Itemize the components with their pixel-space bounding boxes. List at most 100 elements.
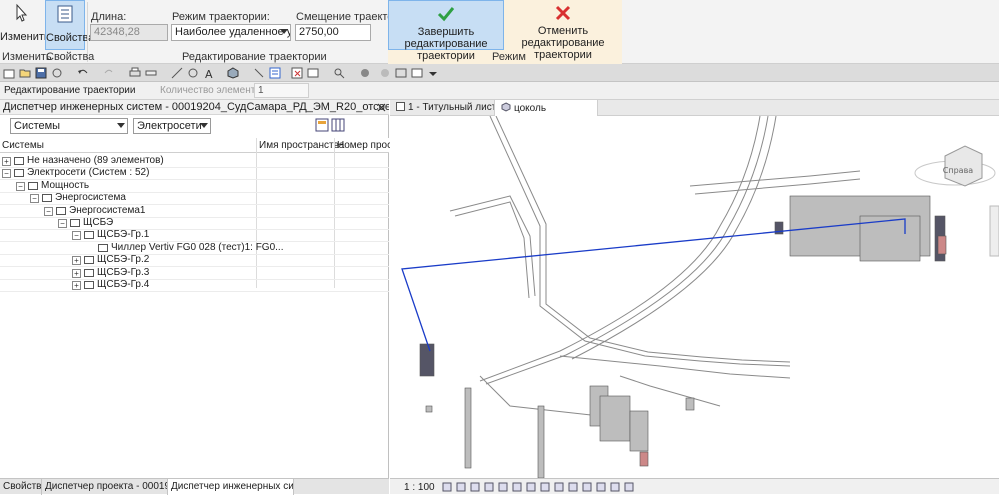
3d-view-icon — [501, 102, 511, 112]
unlock-3d-icon[interactable] — [540, 482, 550, 492]
view-cube-label: Справа — [943, 166, 974, 175]
sync-icon[interactable] — [51, 67, 63, 79]
highlight-icon[interactable] — [596, 482, 606, 492]
system-icon — [84, 268, 94, 277]
3d-view-canvas[interactable]: Справа — [390, 115, 999, 479]
open-folder-icon[interactable] — [19, 67, 31, 79]
view-cube[interactable]: Справа — [914, 145, 996, 187]
thin-lines-icon[interactable] — [269, 67, 281, 79]
tree-row[interactable]: − ЩСБЭ — [0, 217, 389, 229]
navigation-bar[interactable] — [989, 205, 999, 257]
tree-row[interactable]: − Электросети (Систем : 52) — [0, 167, 389, 179]
worksharing-icon[interactable] — [582, 482, 592, 492]
redo-icon[interactable] — [103, 67, 115, 79]
tree-row-label: Электросети (Систем : 52) — [27, 167, 150, 179]
close-hidden-windows-icon[interactable] — [291, 67, 303, 79]
tag-icon[interactable] — [187, 67, 199, 79]
switch-windows-icon[interactable] — [307, 67, 319, 79]
tree-row[interactable]: − Энергосистема1 — [0, 205, 389, 217]
settings-icon[interactable] — [359, 67, 371, 79]
expand-icon[interactable]: + — [72, 268, 81, 278]
tab-system-browser[interactable]: Диспетчер инженерных сист... — [168, 479, 294, 495]
close-icon[interactable] — [377, 103, 386, 112]
tree-row[interactable]: Чиллер Vertiv FG0 028 (тест)1: FG0... — [0, 242, 389, 254]
save-icon[interactable] — [35, 67, 47, 79]
panel-icon[interactable] — [395, 67, 407, 79]
tab-basement-3d[interactable]: цоколь — [494, 100, 598, 116]
finish-edit-path-button[interactable]: Завершить редактирование траектории — [388, 0, 504, 62]
crop-view-icon[interactable] — [512, 482, 522, 492]
properties-button[interactable]: Свойства — [45, 0, 94, 50]
chevron-down-icon — [200, 123, 208, 128]
reveal-hidden-icon[interactable] — [568, 482, 578, 492]
tree-row[interactable]: + ЩСБЭ-Гр.4 — [0, 279, 389, 291]
tree-row[interactable]: + Не назначено (89 элементов) — [0, 155, 389, 167]
view-by-value: Системы — [14, 120, 61, 132]
view-scale[interactable]: 1 : 100 — [404, 482, 435, 493]
window-icon[interactable] — [411, 67, 423, 79]
path-mode-label: Режим траектории: — [172, 11, 270, 23]
zoom-icon[interactable] — [333, 67, 345, 79]
column-header[interactable]: Имя пространства — [259, 140, 344, 151]
discipline-select[interactable]: Электросети — [133, 118, 211, 134]
render-icon[interactable] — [379, 67, 391, 79]
tree-row-label: ЩСБЭ-Гр.1 — [97, 229, 150, 241]
system-icon — [84, 231, 94, 240]
tree-row-label: Чиллер Vertiv FG0 028 (тест)1: FG0... — [111, 241, 284, 253]
path-mode-select[interactable]: Наиболее удаленное ус... — [171, 24, 291, 41]
collapse-icon[interactable]: − — [58, 219, 67, 228]
print-icon[interactable] — [129, 67, 141, 79]
column-settings-icon[interactable] — [331, 118, 345, 132]
chevron-down-icon — [117, 123, 125, 128]
temporary-hide-icon[interactable] — [554, 482, 564, 492]
expand-icon[interactable]: + — [72, 281, 81, 290]
collapse-icon[interactable]: − — [2, 169, 11, 179]
customize-dropdown-icon[interactable] — [427, 67, 439, 79]
tab-title-sheet-label: 1 - Титульный лист — [408, 102, 497, 113]
options-mode-text: Редактирование траектории — [4, 85, 136, 96]
expand-icon[interactable]: + — [72, 256, 81, 266]
panel-tabs: Свойства Диспетчер проекта - 000192... Д… — [0, 478, 389, 495]
view-tabs: 1 - Титульный лист цоколь — [390, 100, 999, 116]
path-offset-input[interactable]: 2750,00 — [295, 24, 371, 41]
autofit-columns-icon[interactable] — [315, 118, 329, 132]
panel-title: Диспетчер инженерных систем - 00019204_С… — [0, 100, 389, 115]
visual-style-icon[interactable] — [456, 482, 466, 492]
constraints-icon[interactable] — [624, 482, 634, 492]
open-icon[interactable] — [3, 67, 15, 79]
collapse-icon[interactable]: − — [44, 206, 53, 216]
measure-icon[interactable] — [145, 67, 157, 79]
detail-level-icon[interactable] — [442, 482, 452, 492]
3d-view-icon[interactable] — [227, 67, 239, 79]
tab-project-browser[interactable]: Диспетчер проекта - 000192... — [42, 479, 168, 495]
section-icon[interactable] — [253, 67, 265, 79]
tree-row[interactable]: + ЩСБЭ-Гр.3 — [0, 267, 389, 279]
sun-path-icon[interactable] — [470, 482, 480, 492]
checkmark-icon — [437, 7, 455, 22]
table-header: Системы Имя пространства Номер простр — [0, 138, 402, 153]
tab-title-sheet[interactable]: 1 - Титульный лист — [390, 100, 502, 116]
tree-row-label: Мощность — [41, 179, 90, 191]
tab-properties[interactable]: Свойства — [0, 479, 42, 495]
column-header[interactable]: Системы — [2, 140, 44, 151]
collapse-icon[interactable]: − — [16, 181, 25, 191]
show-crop-icon[interactable] — [526, 482, 536, 492]
analysis-icon[interactable] — [610, 482, 620, 492]
undo-icon[interactable] — [77, 67, 89, 79]
tree-row-label: ЩСБЭ-Гр.2 — [97, 254, 150, 266]
tree-row[interactable]: − Энергосистема — [0, 192, 389, 204]
tree-row[interactable]: − Мощность — [0, 180, 389, 192]
tree-row[interactable]: − ЩСБЭ-Гр.1 — [0, 229, 389, 241]
collapse-icon[interactable]: − — [30, 194, 39, 204]
expand-icon[interactable]: + — [2, 157, 11, 166]
collapse-icon[interactable]: − — [72, 231, 81, 241]
modify-button[interactable]: Изменить — [0, 0, 50, 50]
aligned-dimension-icon[interactable] — [171, 67, 183, 79]
render-icon[interactable] — [498, 482, 508, 492]
shadows-icon[interactable] — [484, 482, 494, 492]
close-icon — [555, 5, 571, 21]
text-icon[interactable]: A — [203, 67, 215, 79]
cancel-edit-path-button[interactable]: Отменить редактирование траектории — [506, 0, 620, 61]
view-by-select[interactable]: Системы — [10, 118, 128, 134]
tree-row[interactable]: + ЩСБЭ-Гр.2 — [0, 254, 389, 266]
